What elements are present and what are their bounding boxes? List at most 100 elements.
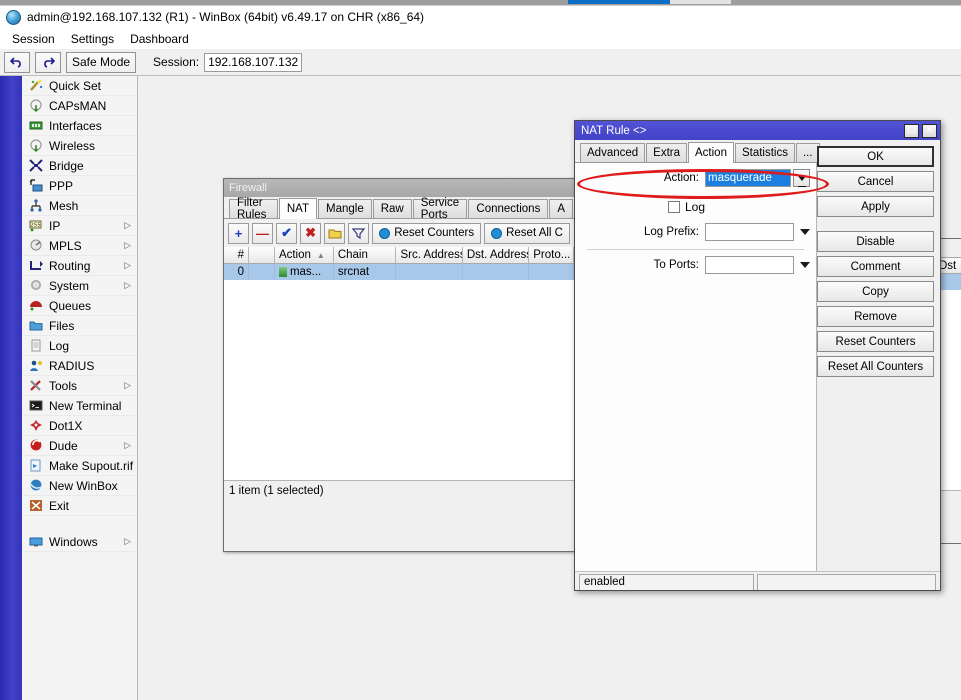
log-prefix-dropdown-icon[interactable] [800, 229, 810, 235]
firewall-window[interactable]: Firewall Filter Rules NAT Mangle Raw Ser… [223, 178, 575, 552]
dude-icon [28, 439, 43, 453]
menu-item-dashboard[interactable]: Dashboard [122, 30, 197, 48]
column-header-num[interactable]: # [224, 247, 249, 263]
tab-advanced[interactable]: Advanced [580, 143, 645, 162]
tab-statistics[interactable]: Statistics [735, 143, 795, 162]
remove-rule-button[interactable]: — [252, 223, 273, 244]
sidebar-item-quick-set[interactable]: Quick Set [22, 76, 137, 96]
cell-action-label: mas... [290, 266, 321, 278]
redo-arrow-glyph [41, 56, 55, 68]
action-input[interactable]: masquerade [705, 169, 791, 187]
maximize-icon[interactable]: ☐ [904, 124, 919, 138]
sidebar-item-routing[interactable]: Routing ▷ [22, 256, 137, 276]
sidebar-item-tools[interactable]: Tools ▷ [22, 376, 137, 396]
reset-counters-button[interactable]: Reset Counters [817, 331, 934, 352]
apply-button[interactable]: Apply [817, 196, 934, 217]
sidebar-item-ppp[interactable]: PPP [22, 176, 137, 196]
menu-item-settings[interactable]: Settings [63, 30, 122, 48]
nat-dialog-tabs: Advanced Extra Action Statistics ... [575, 140, 817, 163]
cell-action: mas... [275, 264, 334, 280]
sidebar-item-label: Queues [49, 299, 137, 313]
window-titlebar: admin@192.168.107.132 (R1) - WinBox (64b… [0, 6, 961, 28]
comment-folder-icon[interactable] [324, 223, 345, 244]
sidebar-item-exit[interactable]: Exit [22, 496, 137, 516]
reset-all-counters-button[interactable]: Reset All Counters [817, 356, 934, 377]
column-header-dst-address[interactable]: Dst. Address [463, 247, 529, 263]
add-rule-button[interactable]: + [228, 223, 249, 244]
sidebar-item-new-terminal[interactable]: New Terminal [22, 396, 137, 416]
tab-raw[interactable]: Raw [373, 199, 412, 218]
to-ports-dropdown-icon[interactable] [800, 262, 810, 268]
action-dropdown-button[interactable] [793, 169, 810, 187]
disable-button[interactable]: Disable [817, 231, 934, 252]
tab-action[interactable]: Action [688, 142, 734, 163]
filter-funnel-icon[interactable] [348, 223, 369, 244]
tab-filter-rules[interactable]: Filter Rules [229, 199, 278, 218]
tab-connections[interactable]: Connections [468, 199, 548, 218]
session-address-field[interactable]: 192.168.107.132 [204, 53, 302, 72]
log-checkbox[interactable] [668, 201, 680, 213]
nat-rule-dialog[interactable]: NAT Rule <> ☐ ✕ Advanced Extra Action St… [574, 120, 941, 591]
sidebar-item-label: Wireless [49, 139, 137, 153]
safe-mode-button[interactable]: Safe Mode [66, 52, 136, 73]
undo-arrow-icon[interactable] [4, 52, 30, 73]
to-ports-input[interactable] [705, 256, 794, 274]
nat-action-form: Action: masquerade Log Log Prefix: [575, 163, 817, 591]
log-label: Log [685, 200, 705, 214]
exit-icon [28, 499, 43, 513]
table-row[interactable]: 0 mas... srcnat [224, 264, 574, 280]
sidebar-item-dot1x[interactable]: Dot1X [22, 416, 137, 436]
reset-all-counters-button[interactable]: Reset All C [484, 223, 570, 244]
column-header-chain[interactable]: Chain [334, 247, 397, 263]
reset-counters-button[interactable]: Reset Counters [372, 223, 481, 244]
sidebar-item-windows[interactable]: Windows ▷ [22, 532, 137, 552]
remove-button[interactable]: Remove [817, 306, 934, 327]
sidebar-item-mpls[interactable]: MPLS ▷ [22, 236, 137, 256]
close-icon[interactable]: ✕ [922, 124, 937, 138]
sidebar-item-system[interactable]: System ▷ [22, 276, 137, 296]
nat-dialog-left-pane: Advanced Extra Action Statistics ... Act… [575, 140, 817, 591]
column-header-action[interactable]: Action ▲ [275, 247, 334, 263]
log-prefix-input[interactable] [705, 223, 794, 241]
menu-item-session[interactable]: Session [4, 30, 63, 48]
sidebar-item-dude[interactable]: Dude ▷ [22, 436, 137, 456]
tab-service-ports[interactable]: Service Ports [413, 199, 468, 218]
main-toolbar: Safe Mode Session: 192.168.107.132 [0, 49, 961, 76]
sidebar-item-files[interactable]: Files [22, 316, 137, 336]
enable-rule-button[interactable]: ✔ [276, 223, 297, 244]
windows-monitor-icon [28, 535, 43, 549]
ok-button[interactable]: OK [817, 146, 934, 167]
log-prefix-label: Log Prefix: [575, 226, 705, 238]
sidebar-item-radius[interactable]: RADIUS [22, 356, 137, 376]
disable-rule-button[interactable]: ✖ [300, 223, 321, 244]
to-ports-label: To Ports: [575, 259, 705, 271]
sidebar-item-capsman[interactable]: CAPsMAN [22, 96, 137, 116]
antenna-icon [28, 139, 43, 153]
sidebar-item-new-winbox[interactable]: New WinBox [22, 476, 137, 496]
button-group-gap [817, 221, 934, 227]
copy-button[interactable]: Copy [817, 281, 934, 302]
column-header-src-address[interactable]: Src. Address [396, 247, 462, 263]
sidebar-item-interfaces[interactable]: Interfaces [22, 116, 137, 136]
form-divider [587, 249, 804, 250]
chevron-right-icon: ▷ [124, 440, 131, 451]
nat-dialog-body: Advanced Extra Action Statistics ... Act… [575, 140, 940, 591]
tab-address-lists[interactable]: A [549, 199, 573, 218]
sidebar-item-mesh[interactable]: Mesh [22, 196, 137, 216]
cell-src-address [396, 264, 462, 280]
sidebar-item-bridge[interactable]: Bridge [22, 156, 137, 176]
redo-arrow-icon[interactable] [35, 52, 61, 73]
comment-button[interactable]: Comment [817, 256, 934, 277]
sidebar-item-wireless[interactable]: Wireless [22, 136, 137, 156]
column-header-flags[interactable] [249, 247, 275, 263]
sidebar-item-make-supout[interactable]: Make Supout.rif [22, 456, 137, 476]
tab-extra[interactable]: Extra [646, 143, 687, 162]
sidebar-item-log[interactable]: Log [22, 336, 137, 356]
column-header-proto[interactable]: Proto... [529, 247, 574, 263]
sidebar-item-ip[interactable]: 255 IP ▷ [22, 216, 137, 236]
tab-nat[interactable]: NAT [279, 198, 317, 219]
firewall-toolbar: + — ✔ ✖ Reset Counters Reset All C [224, 219, 574, 247]
tab-mangle[interactable]: Mangle [318, 199, 372, 218]
cancel-button[interactable]: Cancel [817, 171, 934, 192]
sidebar-item-queues[interactable]: Queues [22, 296, 137, 316]
